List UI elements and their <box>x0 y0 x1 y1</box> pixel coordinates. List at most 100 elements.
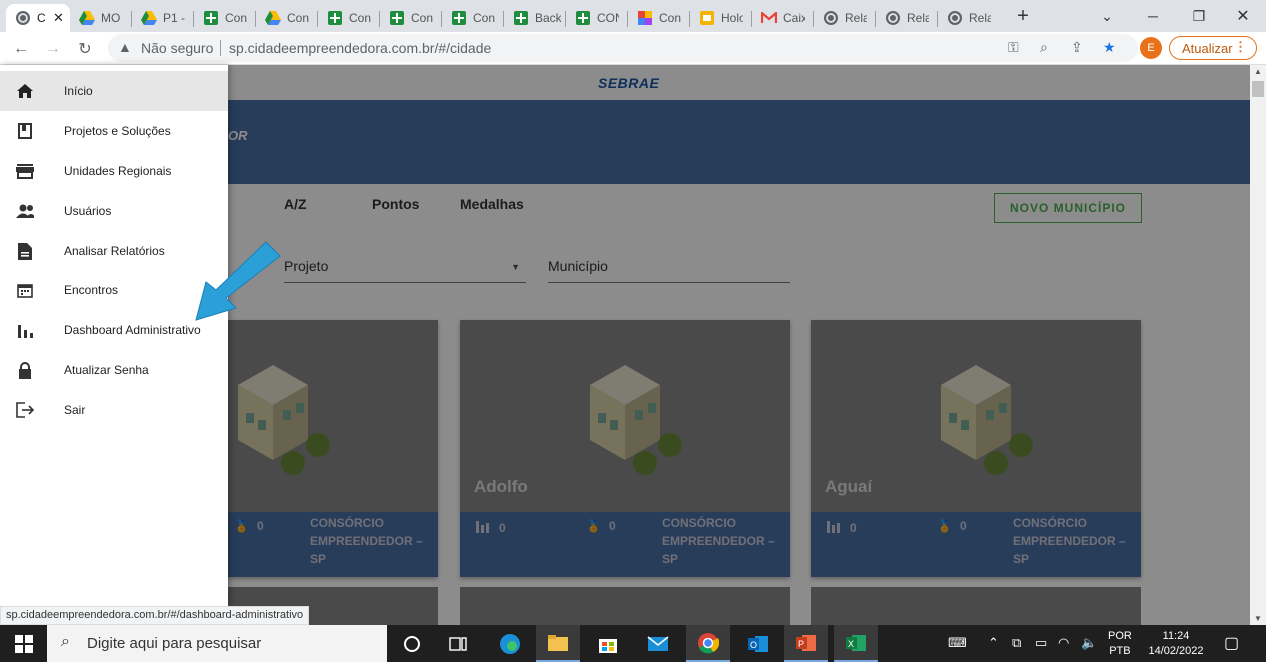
search-icon: ⌕ <box>61 633 70 650</box>
close-window-icon[interactable]: ✕ <box>1220 0 1266 32</box>
tab-label: Rela <box>969 11 991 25</box>
menu-item-label: Sair <box>64 403 86 417</box>
taskbar-search-placeholder: Digite aqui para pesquisar <box>87 635 262 652</box>
store-icon <box>16 162 34 180</box>
svg-text:X: X <box>848 639 854 649</box>
sheets-icon <box>203 10 219 26</box>
tab-item[interactable]: MO <box>70 4 132 32</box>
battery-icon[interactable]: ▭ <box>1035 635 1047 651</box>
tab-active[interactable]: C ✕ <box>6 4 70 32</box>
security-status[interactable]: Não seguro <box>141 40 213 56</box>
forward-icon[interactable]: → <box>42 38 64 60</box>
volume-icon[interactable]: 🔈 <box>1081 635 1097 651</box>
slides-icon <box>699 10 715 26</box>
sheets-icon <box>389 10 405 26</box>
menu-item-label: Atualizar Senha <box>64 363 149 377</box>
powerpoint-icon[interactable]: P <box>784 625 828 662</box>
language-indicator[interactable]: POR PTB <box>1108 629 1132 659</box>
tab-search-icon[interactable]: ⌄ <box>1084 0 1130 32</box>
menu-item-usuarios[interactable]: Usuários <box>0 191 228 231</box>
address-bar[interactable]: ▲ Não seguro sp.cidadeempreendedora.com.… <box>108 34 1138 62</box>
network-app-icon[interactable]: ⧉ <box>1012 635 1021 651</box>
annotation-arrow <box>195 241 281 321</box>
bookmark-star-icon[interactable]: ★ <box>1103 39 1116 56</box>
wifi-icon[interactable]: ◠ <box>1058 635 1069 651</box>
scroll-down-icon[interactable]: ▼ <box>1254 614 1262 623</box>
tab-item[interactable]: Caix <box>752 4 814 32</box>
clock[interactable]: 11:24 14/02/2022 <box>1142 629 1210 659</box>
restore-icon[interactable]: ❐ <box>1176 0 1222 32</box>
tab-item[interactable]: Rela <box>814 4 876 32</box>
key-icon[interactable]: ⚿ <box>1008 39 1019 56</box>
keyboard-icon[interactable]: ⌨ <box>948 635 967 651</box>
notification-icon[interactable]: ▢ <box>1224 633 1239 653</box>
tab-item[interactable]: Rela <box>938 4 1000 32</box>
update-button[interactable]: Atualizar ⋮ <box>1169 36 1257 60</box>
gmail-icon <box>761 10 777 26</box>
tab-label: Rela <box>845 11 867 25</box>
tab-item[interactable]: Con <box>318 4 380 32</box>
tab-item[interactable]: P1 - <box>132 4 194 32</box>
menu-item-unidades[interactable]: Unidades Regionais <box>0 151 228 191</box>
tab-item[interactable]: Rela <box>876 4 938 32</box>
share-icon[interactable]: ⇪ <box>1071 39 1083 56</box>
windows-logo-icon <box>14 634 33 653</box>
exit-icon <box>16 401 34 419</box>
url-text[interactable]: sp.cidadeempreendedora.com.br/#/cidade <box>229 40 491 56</box>
tab-item[interactable]: CON <box>566 4 628 32</box>
cortana-icon[interactable] <box>390 625 434 662</box>
outlook-icon[interactable]: O <box>736 625 780 662</box>
mail-icon[interactable] <box>636 625 680 662</box>
chevron-up-icon[interactable]: ⌃ <box>988 635 999 651</box>
tab-item[interactable]: Con <box>380 4 442 32</box>
excel-icon[interactable]: X <box>834 625 878 662</box>
chrome-icon[interactable] <box>686 625 730 662</box>
color-grid-icon <box>637 10 653 26</box>
file-explorer-icon[interactable] <box>536 625 580 662</box>
tab-item[interactable]: Back <box>504 4 566 32</box>
new-tab-button[interactable]: + <box>1000 0 1046 32</box>
menu-dots-icon[interactable]: ⋮ <box>1234 39 1247 55</box>
zoom-icon[interactable]: ⌕ <box>1040 39 1048 56</box>
menu-item-projetos[interactable]: Projetos e Soluções <box>0 111 228 151</box>
back-icon[interactable]: ← <box>10 38 32 60</box>
task-view-icon[interactable] <box>436 625 480 662</box>
menu-item-senha[interactable]: Atualizar Senha <box>0 350 228 390</box>
sheets-icon <box>513 10 529 26</box>
lang-secondary: PTB <box>1109 645 1131 657</box>
scrollbar-thumb[interactable] <box>1252 81 1264 97</box>
tab-item[interactable]: Holo <box>690 4 752 32</box>
tab-label: Con <box>473 11 495 25</box>
menu-item-label: Início <box>64 84 93 98</box>
globe-icon <box>15 10 31 26</box>
tab-item[interactable]: Con <box>256 4 318 32</box>
scroll-up-icon[interactable]: ▲ <box>1254 67 1262 76</box>
windows-taskbar: ⌕ Digite aqui para pesquisar O P X ⌨ ⌃ ⧉… <box>0 625 1266 662</box>
globe-icon <box>823 10 839 26</box>
edge-icon[interactable] <box>488 625 532 662</box>
update-label: Atualizar <box>1182 40 1233 56</box>
people-icon <box>16 202 34 220</box>
browser-toolbar: ← → ↻ ▲ Não seguro sp.cidadeempreendedor… <box>0 32 1266 65</box>
drive-icon <box>265 10 281 26</box>
reload-icon[interactable]: ↻ <box>74 38 96 60</box>
close-tab-icon[interactable]: ✕ <box>53 10 64 26</box>
page-scrollbar[interactable]: ▲ ▼ <box>1250 65 1266 625</box>
menu-item-inicio[interactable]: Início <box>0 71 228 111</box>
profile-avatar[interactable]: E <box>1140 37 1162 59</box>
link-status-bar: sp.cidadeempreendedora.com.br/#/dashboar… <box>0 606 310 625</box>
start-button[interactable] <box>0 625 47 662</box>
menu-item-sair[interactable]: Sair <box>0 390 228 430</box>
tab-item[interactable]: Con <box>194 4 256 32</box>
tab-label: Con <box>659 11 681 25</box>
globe-icon <box>947 10 963 26</box>
store-app-icon[interactable] <box>586 625 630 662</box>
sheets-icon <box>451 10 467 26</box>
menu-item-label: Unidades Regionais <box>64 164 172 178</box>
minimize-icon[interactable]: ─ <box>1130 0 1176 32</box>
menu-item-label: Analisar Relatórios <box>64 244 165 258</box>
taskbar-search[interactable]: ⌕ Digite aqui para pesquisar <box>47 625 387 662</box>
tab-label: Con <box>287 11 309 25</box>
tab-item[interactable]: Con <box>628 4 690 32</box>
tab-item[interactable]: Con <box>442 4 504 32</box>
